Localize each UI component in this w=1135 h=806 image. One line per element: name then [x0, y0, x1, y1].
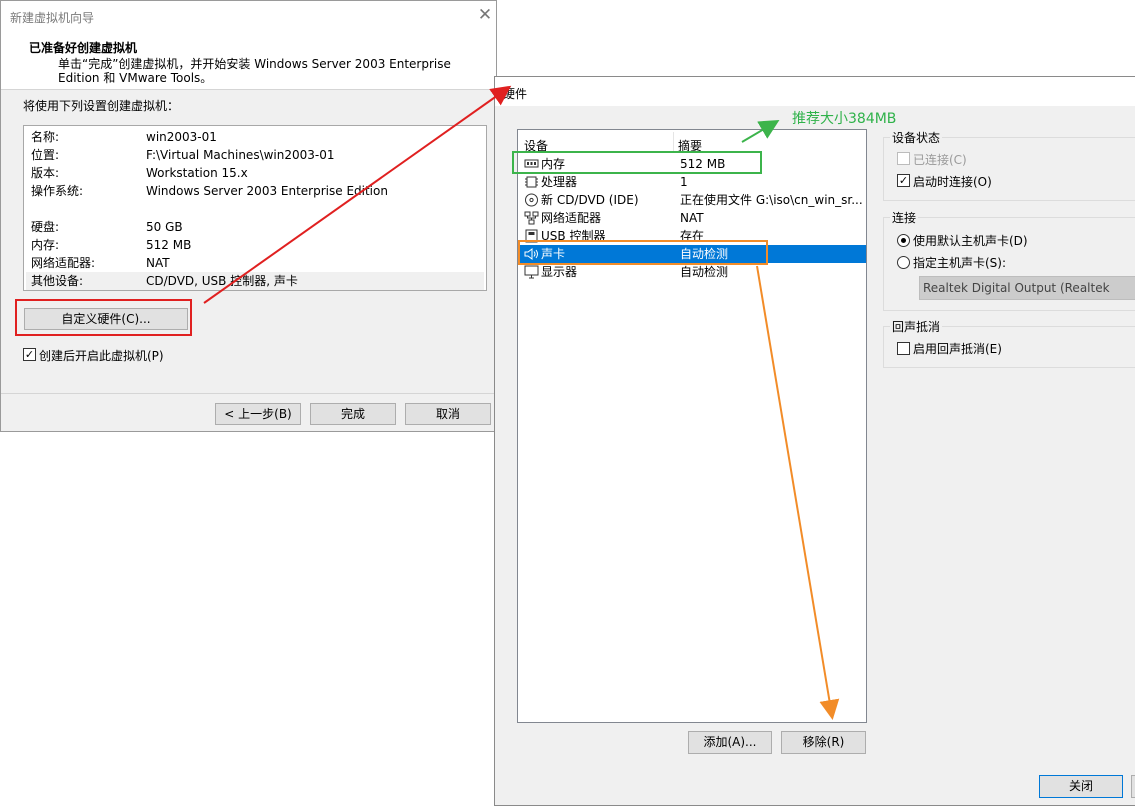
- annotation-orange-box: [518, 240, 768, 265]
- connected-label[interactable]: 已连接(C): [913, 151, 967, 168]
- help-button[interactable]: [1131, 775, 1135, 798]
- summary-value: win2003-01: [146, 130, 217, 144]
- connected-checkbox[interactable]: [897, 152, 910, 165]
- device-row-cdrom[interactable]: 新 CD/DVD (IDE) 正在使用文件 G:\iso\cn_win_sr..…: [520, 191, 866, 209]
- summary-value: 512 MB: [146, 238, 192, 252]
- device-row-display[interactable]: 显示器 自动检测: [520, 263, 866, 281]
- device-status-title: 设备状态: [890, 129, 943, 146]
- annotation-green-box: [512, 151, 762, 174]
- device-summary: NAT: [680, 211, 704, 225]
- device-status-group: [883, 137, 1135, 201]
- add-hardware-button[interactable]: 添加(A)...: [688, 731, 772, 754]
- summary-key: 版本:: [31, 166, 60, 180]
- summary-row: 操作系统: Windows Server 2003 Enterprise Edi…: [26, 182, 484, 200]
- specify-sound-card-label[interactable]: 指定主机声卡(S):: [913, 254, 1006, 271]
- summary-row: 位置: F:\Virtual Machines\win2003-01: [26, 146, 484, 164]
- remove-hardware-button[interactable]: 移除(R): [781, 731, 866, 754]
- column-divider[interactable]: [673, 132, 674, 152]
- summary-row: 其他设备: CD/DVD, USB 控制器, 声卡: [26, 272, 484, 290]
- settings-list-label: 将使用下列设置创建虚拟机：: [23, 99, 180, 113]
- power-on-checkbox[interactable]: ✓: [23, 348, 36, 361]
- settings-summary-list: 名称: win2003-01 位置: F:\Virtual Machines\w…: [23, 125, 487, 291]
- summary-key: 操作系统:: [31, 184, 84, 198]
- annotation-red-box: [15, 299, 192, 336]
- default-sound-card-label[interactable]: 使用默认主机声卡(D): [913, 232, 1028, 249]
- close-icon[interactable]: ✕: [476, 5, 494, 25]
- summary-key: 硬盘:: [31, 220, 60, 234]
- host-sound-card-select[interactable]: Realtek Digital Output (Realtek: [919, 276, 1135, 300]
- summary-key: 网络适配器:: [31, 256, 96, 270]
- summary-key: 位置:: [31, 148, 60, 162]
- echo-cancel-title: 回声抵消: [890, 318, 943, 335]
- device-row-cpu[interactable]: 处理器 1: [520, 173, 866, 191]
- summary-value: F:\Virtual Machines\win2003-01: [146, 148, 335, 162]
- summary-row: 网络适配器: NAT: [26, 254, 484, 272]
- summary-row: 硬盘: 50 GB: [26, 218, 484, 236]
- wizard-description: 单击“完成”创建虚拟机，并开始安装 Windows Server 2003 En…: [58, 57, 451, 85]
- device-list: 设备 摘要 内存 512 MB 处理器 1 新 CD/DVD (IDE) 正在使…: [517, 129, 867, 723]
- device-name: 处理器: [541, 175, 578, 189]
- cancel-button[interactable]: 取消: [405, 403, 491, 425]
- cpu-icon: [524, 175, 539, 189]
- device-name: 新 CD/DVD (IDE): [541, 193, 639, 207]
- summary-key: 其他设备:: [31, 274, 84, 288]
- power-on-label[interactable]: 创建后开启此虚拟机(P): [39, 347, 164, 364]
- connect-at-power-on-checkbox[interactable]: ✓: [897, 174, 910, 187]
- device-row-network[interactable]: 网络适配器 NAT: [520, 209, 866, 227]
- summary-value: CD/DVD, USB 控制器, 声卡: [146, 274, 298, 288]
- divider: [1, 393, 496, 394]
- summary-value: 50 GB: [146, 220, 183, 234]
- wizard-titlebar: 新建虚拟机向导 ✕: [1, 1, 496, 31]
- connection-title: 连接: [890, 209, 919, 226]
- summary-key: 名称:: [31, 130, 60, 144]
- device-summary: 自动检测: [680, 265, 729, 279]
- memory-recommendation-note: 推荐大小384MB: [792, 111, 897, 127]
- echo-cancel-checkbox[interactable]: [897, 342, 910, 355]
- wizard-title: 新建虚拟机向导: [10, 11, 95, 25]
- connect-at-power-on-label[interactable]: 启动时连接(O): [913, 173, 992, 190]
- summary-row: 版本: Workstation 15.x: [26, 164, 484, 182]
- summary-row: 名称: win2003-01: [26, 128, 484, 146]
- wizard-heading: 已准备好创建虚拟机: [29, 41, 138, 55]
- summary-value: Workstation 15.x: [146, 166, 248, 180]
- echo-cancel-label[interactable]: 启用回声抵消(E): [913, 340, 1002, 357]
- summary-value: Windows Server 2003 Enterprise Edition: [146, 184, 388, 198]
- cd-icon: [524, 193, 539, 207]
- network-icon: [524, 211, 539, 225]
- device-name: 网络适配器: [541, 211, 602, 225]
- hardware-titlebar: 硬件: [495, 77, 1135, 106]
- back-button[interactable]: < 上一步(B): [215, 403, 301, 425]
- wizard-header: 已准备好创建虚拟机 单击“完成”创建虚拟机，并开始安装 Windows Serv…: [1, 31, 496, 90]
- device-name: 显示器: [541, 265, 578, 279]
- hardware-window: 硬件 设备 摘要 内存 512 MB 处理器 1 新 CD/DVD (IDE) …: [494, 76, 1135, 806]
- specify-sound-card-radio[interactable]: [897, 256, 910, 269]
- summary-row: 内存: 512 MB: [26, 236, 484, 254]
- new-vm-wizard-window: 新建虚拟机向导 ✕ 已准备好创建虚拟机 单击“完成”创建虚拟机，并开始安装 Wi…: [0, 0, 497, 432]
- finish-button[interactable]: 完成: [310, 403, 396, 425]
- hardware-title: 硬件: [503, 87, 528, 101]
- device-summary: 正在使用文件 G:\iso\cn_win_sr...: [680, 193, 863, 207]
- default-sound-card-radio[interactable]: [897, 234, 910, 247]
- monitor-icon: [524, 265, 539, 279]
- close-button[interactable]: 关闭: [1039, 775, 1123, 798]
- device-summary: 1: [680, 175, 688, 189]
- summary-key: 内存:: [31, 238, 60, 252]
- summary-value: NAT: [146, 256, 170, 270]
